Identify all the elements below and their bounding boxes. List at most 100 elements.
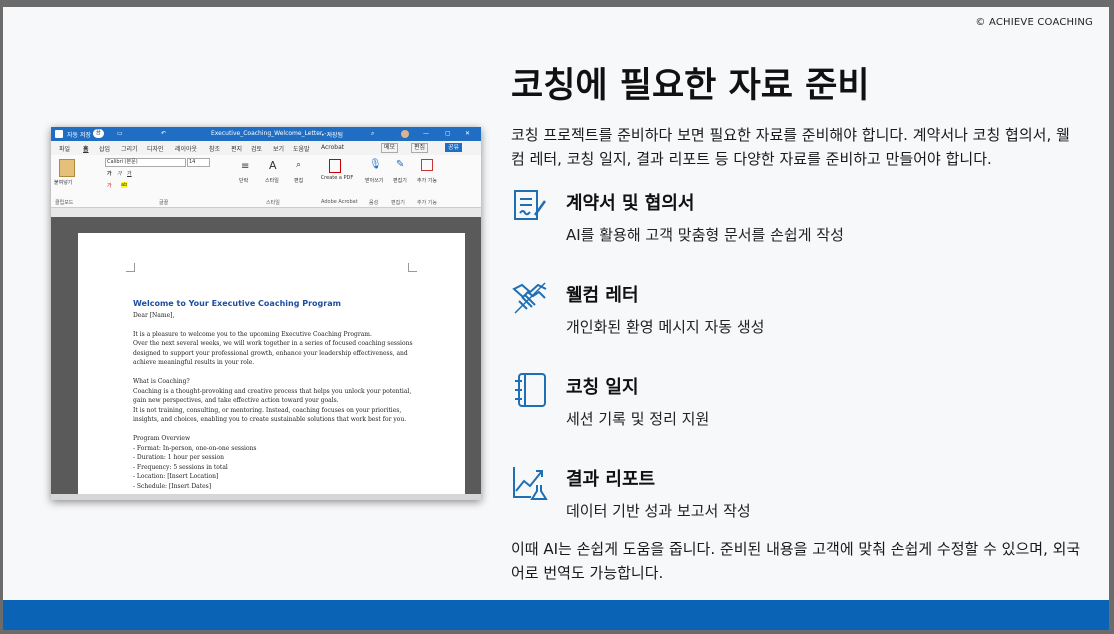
autosave-toggle[interactable]: 끔	[93, 129, 104, 138]
document-line: Dear [Name],	[133, 311, 175, 319]
editor-pen-icon[interactable]: ✎	[396, 159, 404, 170]
feature-contract: 계약서 및 협의서 AI를 활용해 고객 맞춤형 문서를 손쉽게 작성	[511, 187, 1071, 257]
create-pdf-label[interactable]: Create a PDF	[319, 175, 355, 181]
feature-desc: 세션 기록 및 정리 지원	[566, 410, 710, 428]
paragraph-label[interactable]: 단락	[239, 177, 248, 184]
word-screenshot: 자동 저장 끔 ▭ ↶ Executive_Coaching_Welcome_L…	[51, 127, 481, 500]
menu-references[interactable]: 참조	[209, 144, 220, 153]
intro-text: 코칭 프로젝트를 준비하다 보면 필요한 자료를 준비해야 합니다. 계약서나 …	[511, 126, 1070, 168]
word-logo-icon	[55, 130, 63, 138]
copyright-text: © ACHIEVE COACHING	[975, 17, 1093, 28]
microphone-icon[interactable]: 🎙	[369, 159, 382, 170]
ruler[interactable]	[51, 208, 481, 217]
document-line: It is a pleasure to welcome you to the u…	[133, 330, 372, 338]
memo-button[interactable]: 메모	[381, 143, 399, 153]
menu-file[interactable]: 파일	[59, 144, 70, 153]
minimize-icon[interactable]: —	[423, 130, 429, 137]
document-heading: Welcome to Your Executive Coaching Progr…	[133, 299, 341, 308]
feature-result-report: 결과 리포트 데이터 기반 성과 보고서 작성	[511, 463, 1071, 533]
save-state: • 저장됨	[321, 132, 344, 139]
bold-icon[interactable]: 가	[107, 170, 112, 177]
styles-icon[interactable]: A	[269, 159, 277, 172]
menu-layout[interactable]: 레이아웃	[175, 144, 197, 153]
paragraph-icon[interactable]: ≡	[241, 161, 249, 172]
addins-label[interactable]: 추가 기능	[417, 177, 439, 184]
feature-coaching-log: 코칭 일지 세션 기록 및 정리 지원	[511, 371, 1071, 441]
document-body[interactable]: Welcome to Your Executive Coaching Progr…	[133, 299, 413, 491]
underline-icon[interactable]: 가	[127, 170, 132, 177]
group-styles: 스타일	[266, 200, 280, 206]
editing-label[interactable]: 편집	[294, 177, 303, 184]
menu-help[interactable]: 도움말	[293, 144, 310, 153]
handshake-icon	[512, 282, 547, 314]
document-line: - Location: [Insert Location]	[133, 473, 219, 480]
slide: © ACHIEVE COACHING 자동 저장 끔 ▭ ↶ Executive…	[3, 7, 1109, 630]
document-line: achieve meaningful results in your role.	[133, 359, 255, 366]
document-page[interactable]: Welcome to Your Executive Coaching Progr…	[78, 233, 465, 495]
document-line: Coaching is a thought-provoking and crea…	[133, 387, 412, 395]
feature-desc: AI를 활용해 고객 맞춤형 문서를 손쉽게 작성	[566, 226, 844, 244]
menu-draw[interactable]: 그리기	[121, 144, 138, 153]
slide-title: 코칭에 필요한 자료 준비	[511, 66, 870, 106]
create-pdf-icon[interactable]	[329, 159, 341, 173]
maximize-icon[interactable]: ▢	[445, 130, 451, 137]
group-clipboard: 클립보드	[55, 200, 74, 206]
document-line: - Format: In-person, one-on-one sessions	[133, 444, 257, 452]
feature-title: 결과 리포트	[566, 469, 656, 490]
document-line: It is not training, consulting, or mento…	[133, 406, 402, 414]
group-editor: 편집기	[391, 200, 405, 206]
group-font: 글꼴	[159, 200, 169, 206]
feature-desc: 개인화된 환영 메시지 자동 생성	[566, 318, 765, 336]
edit-mode-button[interactable]: 편집	[411, 143, 429, 153]
menu-mailings[interactable]: 편지	[231, 144, 242, 153]
highlight-icon[interactable]: ab	[121, 182, 128, 188]
editing-search-icon[interactable]: ⌕	[296, 160, 301, 170]
search-icon[interactable]: ⌕	[371, 130, 374, 138]
contract-sign-icon	[514, 190, 547, 220]
closing-text: 이때 AI는 손쉽게 도움을 줍니다. 준비된 내용을 고객에 맞춰 손쉽게 수…	[511, 540, 1081, 582]
document-line: gain new perspectives, and take effectiv…	[133, 397, 339, 404]
feature-welcome-letter: 웰컴 레터 개인화된 환영 메시지 자동 생성	[511, 279, 1071, 349]
save-icon[interactable]: ▭	[117, 130, 123, 137]
word-statusbar	[51, 494, 481, 500]
editor-label[interactable]: 편집기	[393, 177, 407, 184]
font-color-icon[interactable]: 가	[107, 182, 112, 189]
document-line: - Schedule: [Insert Dates]	[133, 482, 212, 490]
menu-home[interactable]: 홈	[83, 144, 89, 153]
menu-design[interactable]: 디자인	[147, 144, 164, 153]
growth-chart-icon	[513, 467, 548, 500]
paste-icon[interactable]	[59, 159, 75, 177]
document-line: What is Coaching?	[133, 378, 190, 385]
feature-title: 코칭 일지	[566, 377, 639, 398]
crop-mark	[408, 263, 417, 272]
word-ribbon: 붙여넣기 Calibri (본문) 14 가 가 가 가 ab ≡ 단락 A 스…	[51, 155, 481, 208]
menu-acrobat[interactable]: Acrobat	[321, 144, 344, 151]
document-line: Program Overview	[133, 435, 191, 442]
document-line: - Frequency: 5 sessions in total	[133, 463, 228, 471]
group-addins: 추가 기능	[417, 200, 437, 206]
styles-label[interactable]: 스타일	[265, 177, 279, 184]
font-name-select[interactable]: Calibri (본문)	[105, 158, 186, 167]
avatar[interactable]	[401, 130, 409, 138]
notebook-icon	[515, 373, 546, 407]
menu-insert[interactable]: 삽입	[99, 144, 110, 153]
menu-view[interactable]: 보기	[273, 144, 284, 153]
close-icon[interactable]: ✕	[465, 130, 470, 137]
italic-icon[interactable]: 가	[117, 170, 122, 177]
document-line: insights, and choices, enabling you to c…	[133, 416, 407, 423]
menu-review[interactable]: 검토	[251, 144, 262, 153]
footer-bar	[3, 600, 1109, 630]
document-line: designed to support your professional gr…	[133, 349, 408, 357]
group-acrobat: Adobe Acrobat	[321, 199, 358, 205]
document-line: Over the next several weeks, we will wor…	[133, 340, 413, 347]
autosave-label: 자동 저장	[67, 132, 91, 139]
paste-label[interactable]: 붙여넣기	[54, 179, 72, 186]
share-button[interactable]: 공유	[445, 143, 463, 152]
undo-icon[interactable]: ↶	[161, 130, 166, 137]
font-size-select[interactable]: 14	[187, 158, 210, 167]
addins-icon[interactable]	[421, 159, 433, 171]
dictate-label[interactable]: 받아쓰기	[365, 177, 383, 184]
document-filename: Executive_Coaching_Welcome_Letter - ...	[211, 130, 335, 137]
